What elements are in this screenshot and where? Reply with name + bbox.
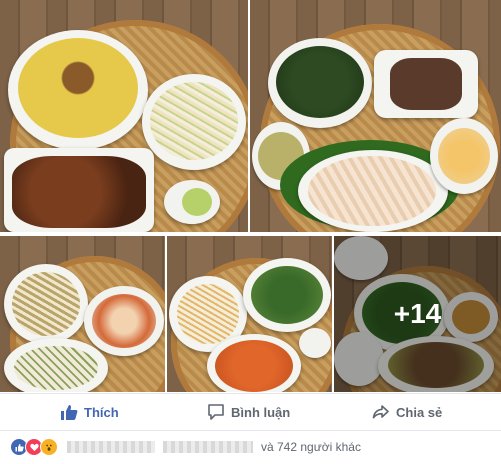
reaction-icons[interactable]	[10, 438, 58, 456]
like-label: Thích	[84, 404, 119, 420]
reactions-others-text[interactable]: và 742 người khác	[261, 440, 361, 454]
like-button[interactable]: Thích	[60, 394, 119, 430]
action-bar: Thích Bình luận Chia sẻ	[0, 393, 501, 431]
blurred-name-1	[67, 441, 155, 453]
comment-button[interactable]: Bình luận	[207, 394, 290, 430]
photo-1[interactable]	[0, 0, 248, 232]
thumbs-up-icon	[61, 405, 78, 420]
photo-5[interactable]: +14	[334, 236, 501, 392]
photo-2[interactable]	[250, 0, 501, 232]
photo-3[interactable]	[0, 236, 165, 392]
blurred-name-2	[163, 441, 253, 453]
reactions-summary: và 742 người khác	[0, 430, 501, 464]
photo-4[interactable]	[167, 236, 332, 392]
more-photos-overlay[interactable]: +14	[334, 236, 501, 392]
comment-label: Bình luận	[231, 404, 291, 420]
share-button[interactable]: Chia sẻ	[372, 394, 442, 430]
share-icon	[372, 405, 389, 419]
wow-reaction-icon	[40, 438, 58, 456]
photo-grid: +14	[0, 0, 501, 392]
more-photos-count: +14	[393, 298, 442, 329]
share-label: Chia sẻ	[396, 404, 443, 420]
comment-icon	[208, 404, 224, 420]
